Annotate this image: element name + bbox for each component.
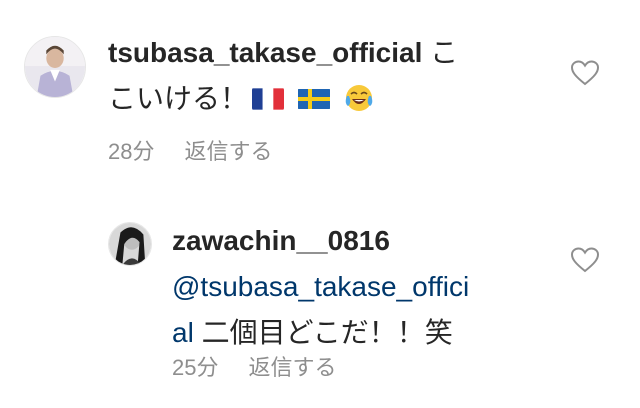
avatar[interactable] <box>108 222 152 266</box>
comment-text-part: こ <box>422 37 459 68</box>
reply-button[interactable]: 返信する <box>248 355 336 380</box>
flag-france-icon <box>252 87 285 111</box>
comment-time: 28分 <box>108 139 155 164</box>
mention-link[interactable]: al <box>172 317 194 348</box>
tears-of-joy-emoji-icon <box>344 83 374 113</box>
reply-button[interactable]: 返信する <box>184 139 272 164</box>
like-heart-icon[interactable] <box>571 60 599 86</box>
comment-time: 25分 <box>172 355 219 380</box>
comment-text-part: こいける！ <box>108 83 249 114</box>
comment-text: tsubasa_takase_official こ こいける！ <box>108 30 578 122</box>
comment-meta: 28分 返信する <box>108 134 303 166</box>
comment-username[interactable]: zawachin__0816 <box>172 225 390 256</box>
like-heart-icon[interactable] <box>571 247 599 273</box>
comment-item: tsubasa_takase_official こ こいける！ 28分 返信する <box>0 0 640 180</box>
reply-comment-item: zawachin__0816 @tsubasa_takase_offici al… <box>0 200 640 400</box>
avatar[interactable] <box>24 36 86 98</box>
comment-username[interactable]: tsubasa_takase_official <box>108 37 422 68</box>
flag-sweden-icon <box>298 87 331 111</box>
comments-view: tsubasa_takase_official こ こいける！ 28分 返信する… <box>0 0 640 408</box>
comment-meta: 25分 返信する <box>172 350 367 382</box>
mention-link[interactable]: @tsubasa_takase_offici <box>172 271 469 302</box>
comment-text-part: 二個目どこだ！！笑 <box>193 317 453 348</box>
comment-text: zawachin__0816 @tsubasa_takase_offici al… <box>172 218 572 356</box>
